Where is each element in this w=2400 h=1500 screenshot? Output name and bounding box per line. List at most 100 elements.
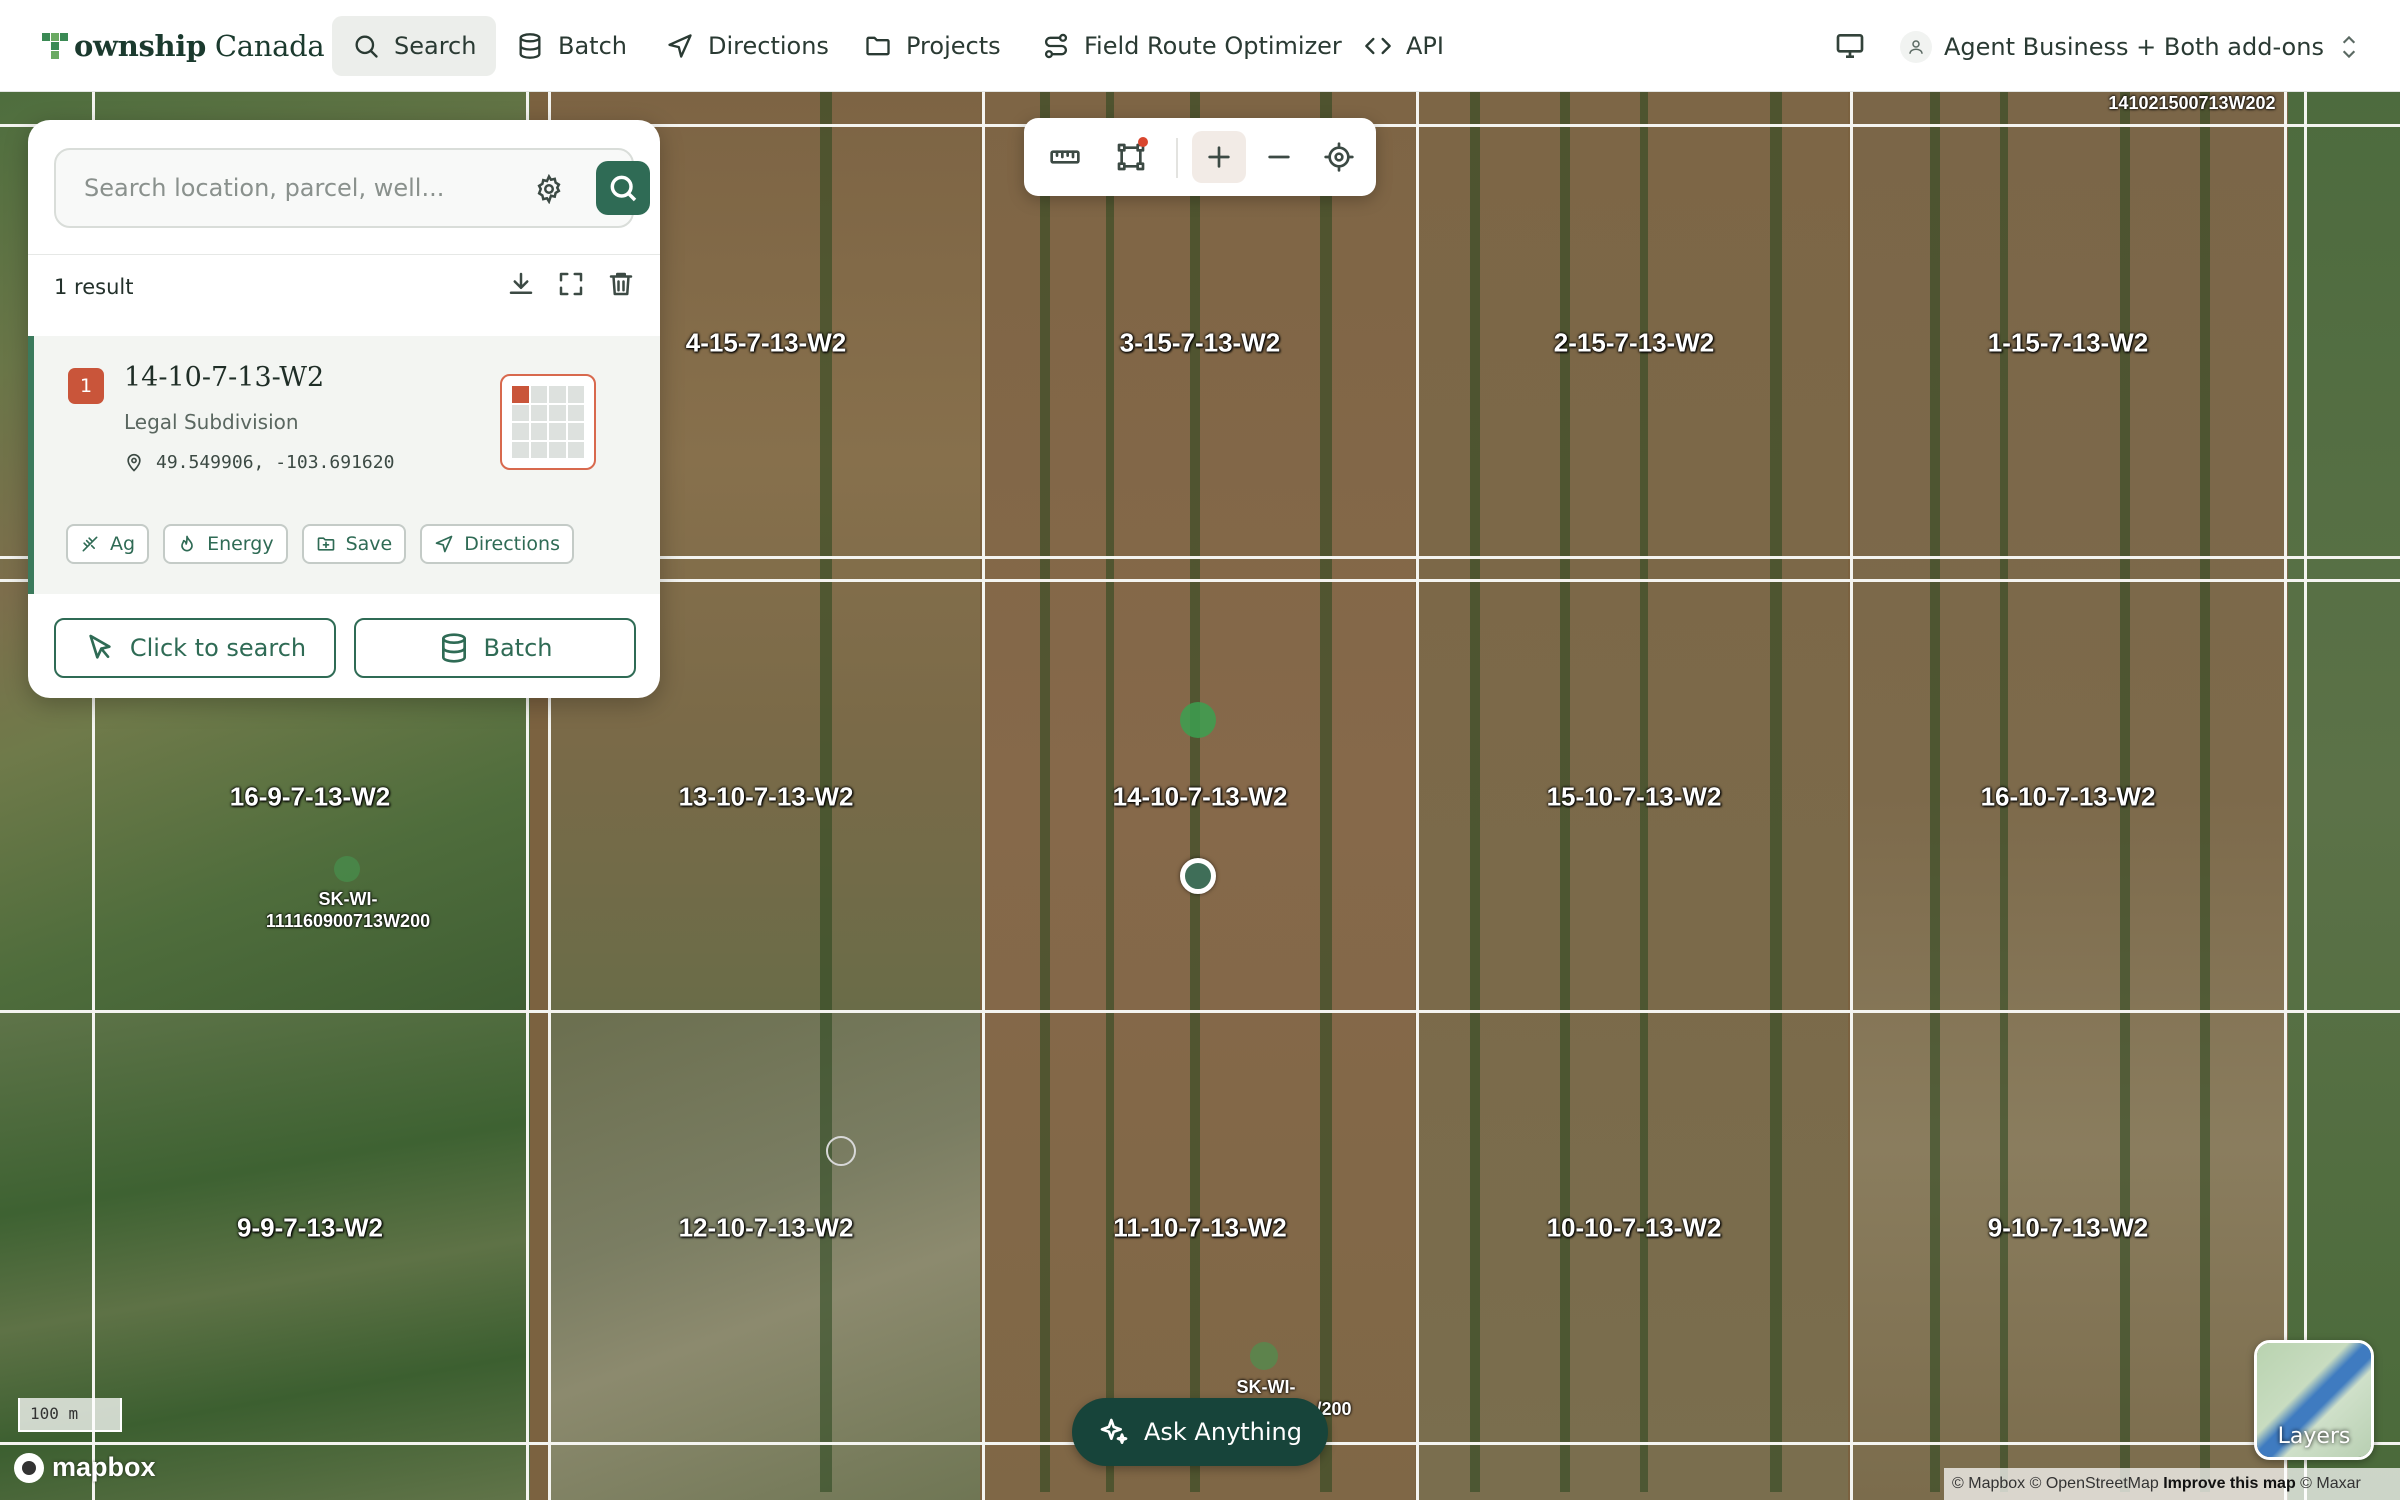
minimap-cell bbox=[512, 441, 529, 458]
batch-button[interactable]: Batch bbox=[354, 618, 636, 678]
location-marker[interactable] bbox=[1180, 858, 1216, 894]
map-attribution: © Mapbox © OpenStreetMap Improve this ma… bbox=[1944, 1468, 2400, 1500]
map-feature-dot bbox=[1250, 1342, 1278, 1370]
nav-api-label: API bbox=[1406, 32, 1444, 60]
search-input[interactable] bbox=[84, 168, 504, 208]
result-card[interactable]: 1 14-10-7-13-W2 Legal Subdivision 49.549… bbox=[28, 336, 660, 594]
nav-api[interactable]: API bbox=[1344, 16, 1464, 76]
nav-field-route-optimizer[interactable]: Field Route Optimizer bbox=[1022, 16, 1362, 76]
avatar bbox=[1900, 31, 1932, 63]
minimap-cell bbox=[530, 386, 547, 403]
logo-grid-icon bbox=[42, 33, 68, 59]
delete-button[interactable] bbox=[606, 269, 636, 299]
save-chip[interactable]: Save bbox=[301, 524, 407, 564]
parcel-label[interactable]: 12-10-7-13-W2 bbox=[679, 1213, 854, 1244]
plus-icon bbox=[1208, 146, 1230, 168]
result-type: Legal Subdivision bbox=[124, 410, 299, 434]
crosshair-icon bbox=[1324, 142, 1354, 172]
layers-button[interactable]: Layers bbox=[2254, 1340, 2374, 1460]
grid-line bbox=[1416, 92, 1419, 1500]
code-icon bbox=[1365, 37, 1391, 55]
route-icon bbox=[1044, 33, 1068, 59]
map-feature-dot bbox=[1180, 702, 1216, 738]
well-label[interactable]: 141021500713W202 bbox=[2108, 92, 2275, 114]
result-number-badge: 1 bbox=[68, 368, 104, 404]
nav-batch[interactable]: Batch bbox=[496, 16, 647, 76]
minimap-cell bbox=[567, 386, 584, 403]
measure-button[interactable] bbox=[1038, 131, 1092, 183]
flame-icon bbox=[181, 535, 193, 552]
parcel-label[interactable]: 10-10-7-13-W2 bbox=[1547, 1213, 1722, 1244]
attribution-text: © Maxar bbox=[2295, 1475, 2361, 1492]
minimap-cell bbox=[512, 386, 529, 403]
result-title[interactable]: 14-10-7-13-W2 bbox=[124, 362, 324, 393]
monitor-icon bbox=[1836, 33, 1864, 58]
layers-label: Layers bbox=[2277, 1424, 2351, 1449]
locate-button[interactable] bbox=[1312, 131, 1366, 183]
click-to-search-button[interactable]: Click to search bbox=[54, 618, 336, 678]
minimap-cell bbox=[567, 404, 584, 421]
chip-label: Save bbox=[345, 533, 393, 555]
nav-search[interactable]: Search bbox=[332, 16, 497, 76]
parcel-label[interactable]: 2-15-7-13-W2 bbox=[1554, 328, 1714, 359]
nav-projects-label: Projects bbox=[906, 32, 1001, 60]
navigation-icon bbox=[668, 34, 692, 58]
tree-strip bbox=[1770, 92, 1782, 1492]
energy-chip[interactable]: Energy bbox=[163, 524, 288, 564]
improve-map-link[interactable]: Improve this map bbox=[2163, 1475, 2295, 1492]
download-button[interactable] bbox=[506, 269, 536, 299]
ask-anything-button[interactable]: Ask Anything bbox=[1072, 1398, 1328, 1466]
user-icon bbox=[1909, 40, 1923, 54]
nav-projects[interactable]: Projects bbox=[844, 16, 1021, 76]
well-label[interactable]: SK-WI- bbox=[1237, 1376, 1296, 1398]
account-name: Agent Business + Both add-ons bbox=[1944, 33, 2324, 61]
click-to-search-label: Click to search bbox=[129, 634, 307, 662]
well-label[interactable]: SK-WI- 111160900713W200 bbox=[266, 888, 430, 932]
minimap-cell bbox=[512, 404, 529, 421]
map-field bbox=[550, 1012, 980, 1500]
tree-strip bbox=[1040, 92, 1050, 1492]
minus-icon bbox=[1268, 155, 1290, 159]
parcel-label[interactable]: 16-10-7-13-W2 bbox=[1981, 782, 2156, 813]
parcel-label[interactable]: 9-9-7-13-W2 bbox=[237, 1213, 383, 1244]
minimap-cell bbox=[567, 423, 584, 440]
minimap-cell bbox=[549, 404, 566, 421]
logo[interactable]: ownship Canada bbox=[40, 22, 325, 70]
chip-label: Energy bbox=[207, 533, 274, 555]
zoom-out-button[interactable] bbox=[1252, 131, 1306, 183]
abandoned-well-icon[interactable] bbox=[826, 1136, 856, 1166]
results-header: 1 result bbox=[28, 254, 660, 320]
nav-directions[interactable]: Directions bbox=[646, 16, 849, 76]
zoom-in-button[interactable] bbox=[1192, 131, 1246, 183]
expand-button[interactable] bbox=[556, 269, 586, 299]
draw-polygon-button[interactable] bbox=[1104, 131, 1158, 183]
app-root: ownship Canada Search Batch Directions P… bbox=[0, 0, 2400, 1500]
search-settings-button[interactable] bbox=[534, 173, 564, 205]
account-switcher[interactable]: Agent Business + Both add-ons bbox=[1900, 22, 2362, 72]
mapbox-logo[interactable]: mapbox bbox=[14, 1452, 156, 1483]
top-navigation: ownship Canada Search Batch Directions P… bbox=[0, 0, 2400, 92]
lsd-minimap bbox=[500, 374, 596, 470]
parcel-label[interactable]: 13-10-7-13-W2 bbox=[679, 782, 854, 813]
navigation-icon bbox=[435, 535, 453, 553]
parcel-label[interactable]: 3-15-7-13-W2 bbox=[1120, 328, 1280, 359]
parcel-label[interactable]: 16-9-7-13-W2 bbox=[230, 782, 390, 813]
search-submit-button[interactable] bbox=[596, 161, 650, 215]
result-coordinates: 49.549906, -103.691620 bbox=[124, 452, 394, 473]
parcel-label[interactable]: 9-10-7-13-W2 bbox=[1988, 1213, 2148, 1244]
mapbox-wordmark: mapbox bbox=[52, 1452, 156, 1482]
ag-chip[interactable]: Ag bbox=[66, 524, 150, 564]
directions-chip[interactable]: Directions bbox=[420, 524, 574, 564]
search-icon bbox=[355, 35, 378, 58]
parcel-label[interactable]: 15-10-7-13-W2 bbox=[1547, 782, 1722, 813]
sparkles-icon bbox=[1100, 1418, 1128, 1444]
minimap-cell bbox=[549, 386, 566, 403]
minimap-cell bbox=[549, 441, 566, 458]
scale-bar: 100 m bbox=[18, 1398, 122, 1432]
monitor-button[interactable] bbox=[1834, 30, 1866, 62]
parcel-label[interactable]: 1-15-7-13-W2 bbox=[1988, 328, 2148, 359]
parcel-label[interactable]: 11-10-7-13-W2 bbox=[1113, 1213, 1286, 1244]
well-label-line: SK-WI- bbox=[318, 889, 378, 909]
parcel-label[interactable]: 14-10-7-13-W2 bbox=[1113, 782, 1288, 813]
parcel-label[interactable]: 4-15-7-13-W2 bbox=[686, 328, 846, 359]
